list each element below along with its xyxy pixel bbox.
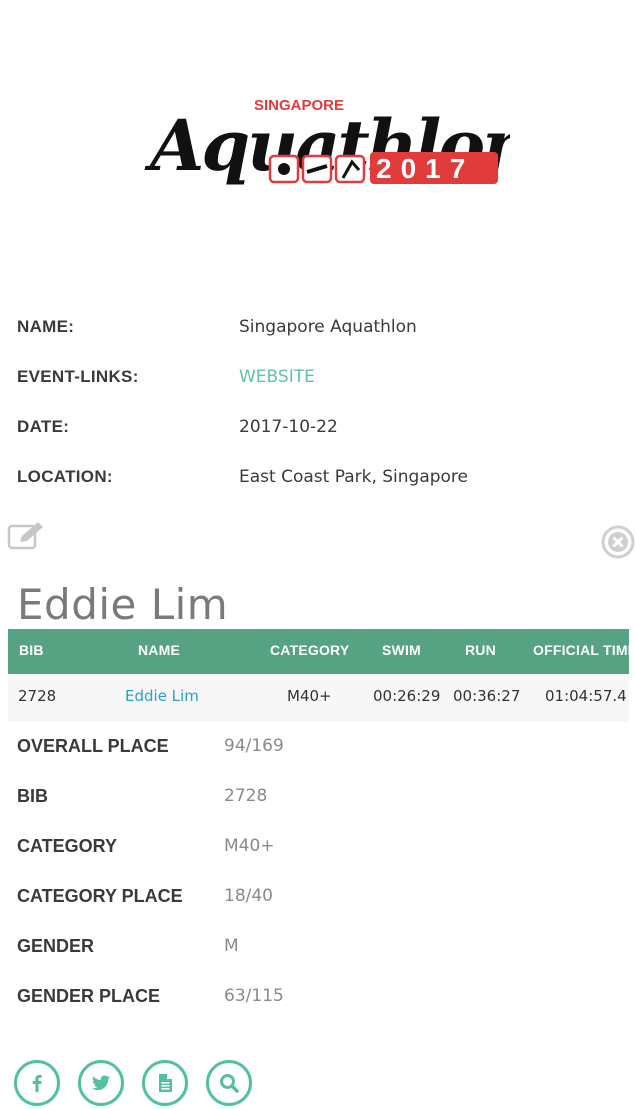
detail-label: OVERALL PLACE [17, 736, 169, 756]
cell-run: 00:36:27 [453, 687, 521, 705]
svg-text:2017: 2017 [376, 153, 474, 184]
event-location-value: East Coast Park, Singapore [239, 467, 469, 487]
detail-row-category: CATEGORY M40+ [17, 836, 617, 886]
close-icon[interactable] [598, 523, 636, 561]
col-header-name: NAME [138, 642, 181, 658]
event-name-label: NAME: [17, 317, 75, 336]
facebook-icon [32, 1074, 42, 1092]
col-header-official-time: OFFICIAL TIME [533, 642, 636, 658]
detail-value: 63/115 [224, 986, 284, 1006]
event-date-label: DATE: [17, 417, 70, 436]
cell-bib: 2728 [18, 687, 57, 705]
detail-row-bib: BIB 2728 [17, 786, 617, 836]
event-name-row: NAME: Singapore Aquathlon [17, 317, 617, 367]
event-date-row: DATE: 2017-10-22 [17, 417, 617, 467]
col-header-bib: BIB [19, 642, 44, 658]
detail-label: CATEGORY [17, 836, 118, 856]
event-links-label: EVENT-LINKS: [17, 367, 139, 386]
event-info: NAME: Singapore Aquathlon EVENT-LINKS: W… [17, 317, 617, 517]
cell-official-time: 01:04:57.4 [545, 687, 627, 705]
twitter-share-button[interactable] [78, 1060, 124, 1106]
event-date-value: 2017-10-22 [239, 417, 338, 437]
facebook-share-button[interactable] [14, 1060, 60, 1106]
edit-icon[interactable] [6, 520, 46, 552]
table-row: 2728 Eddie Lim M40+ 00:26:29 00:36:27 01… [8, 674, 629, 722]
logo-year: 2017 [370, 152, 498, 184]
detail-row-gender-place: GENDER PLACE 63/115 [17, 986, 617, 1036]
event-logo: SINGAPORE Aquathlon 2017 [140, 62, 510, 212]
col-header-category: CATEGORY [270, 642, 350, 658]
cell-name-link[interactable]: Eddie Lim [125, 687, 199, 705]
document-icon [159, 1074, 172, 1092]
website-link[interactable]: WEBSITE [239, 367, 315, 387]
detail-value: M [224, 936, 239, 956]
detail-label: GENDER PLACE [17, 986, 161, 1006]
results-table-header: BIB NAME CATEGORY SWIM RUN OFFICIAL TIME [8, 629, 636, 674]
detail-row-gender: GENDER M [17, 936, 617, 986]
event-links-row: EVENT-LINKS: WEBSITE [17, 367, 617, 417]
result-details: OVERALL PLACE 94/169 BIB 2728 CATEGORY M… [17, 736, 617, 1036]
detail-label: CATEGORY PLACE [17, 886, 183, 906]
search-icon [220, 1074, 239, 1093]
cell-category: M40+ [287, 687, 332, 705]
search-share-button[interactable] [206, 1060, 252, 1106]
share-bar [14, 1060, 274, 1108]
detail-value: 94/169 [224, 736, 284, 756]
detail-value: 2728 [224, 786, 268, 806]
cell-swim: 00:26:29 [373, 687, 441, 705]
detail-row-overall-place: OVERALL PLACE 94/169 [17, 736, 617, 786]
detail-row-category-place: CATEGORY PLACE 18/40 [17, 886, 617, 936]
event-name-value: Singapore Aquathlon [239, 317, 417, 337]
twitter-icon [92, 1075, 110, 1091]
document-share-button[interactable] [142, 1060, 188, 1106]
detail-label: GENDER [17, 936, 95, 956]
event-location-label: LOCATION: [17, 467, 113, 486]
event-location-row: LOCATION: East Coast Park, Singapore [17, 467, 617, 517]
result-panel: Eddie Lim BIB NAME CATEGORY SWIM RUN OFF… [0, 512, 636, 1109]
col-header-swim: SWIM [382, 642, 421, 658]
detail-value: M40+ [224, 836, 275, 856]
athlete-name-heading: Eddie Lim [17, 580, 229, 629]
detail-value: 18/40 [224, 886, 273, 906]
logo-sport-icons [268, 154, 366, 184]
detail-label: BIB [17, 786, 48, 806]
col-header-run: RUN [465, 642, 496, 658]
